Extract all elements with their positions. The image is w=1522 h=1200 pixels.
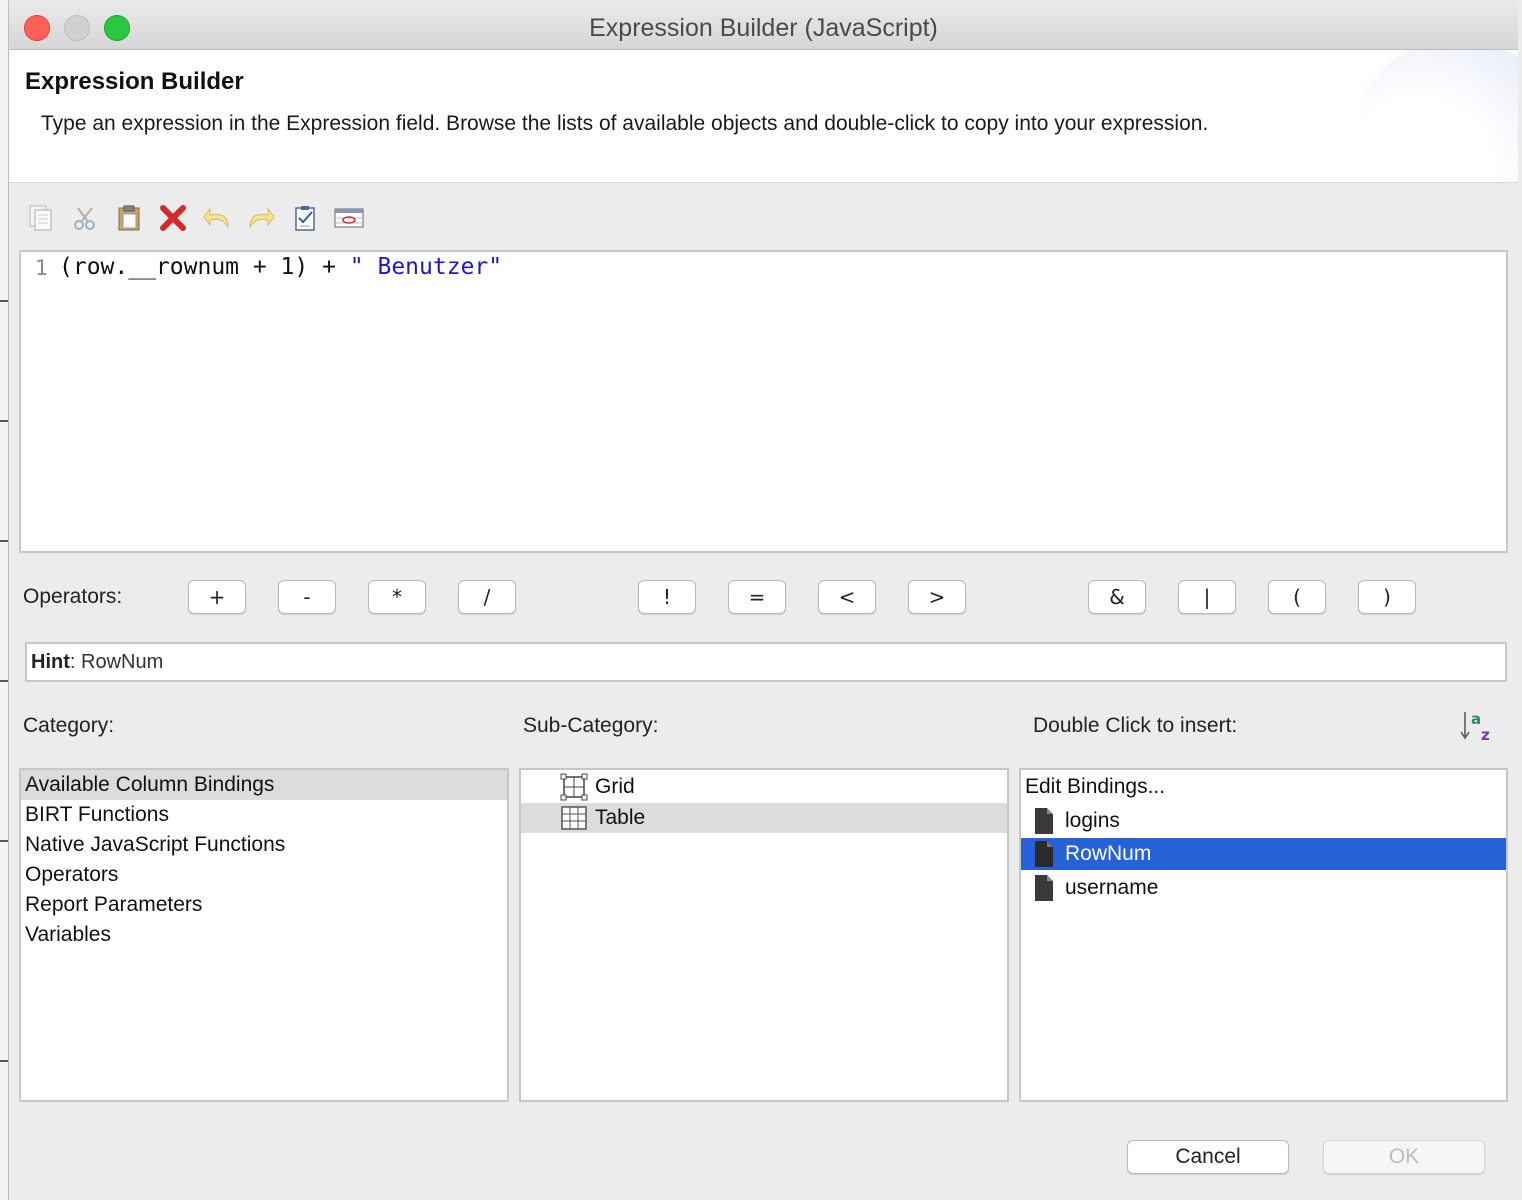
undo-icon	[203, 207, 229, 229]
file-icon	[1029, 874, 1059, 902]
validate-button[interactable]	[289, 202, 321, 234]
operator-close-paren-button[interactable]: )	[1358, 580, 1416, 614]
editor-toolbar	[25, 202, 365, 236]
paste-icon	[118, 205, 140, 231]
expression-builder-dialog: Expression Builder (JavaScript) Expressi…	[8, 0, 1519, 1200]
file-icon	[1029, 807, 1059, 835]
binding-item-rownum[interactable]: RowNum	[1021, 838, 1506, 870]
subcategory-label-grid: Grid	[595, 774, 635, 798]
binding-label-logins: logins	[1065, 809, 1120, 832]
hint-field: Hint: RowNum	[25, 642, 1507, 682]
subcategory-list[interactable]: Grid Table	[519, 768, 1009, 1102]
operator-open-paren-button[interactable]: (	[1268, 580, 1326, 614]
category-item[interactable]: Native JavaScript Functions	[21, 830, 507, 860]
operator-not-button[interactable]: !	[638, 580, 696, 614]
operator-greater-than-button[interactable]: >	[908, 580, 966, 614]
background-window-edge	[0, 0, 8, 1200]
code-expression-part: (row.__rownum + 1) +	[59, 254, 350, 280]
category-label: Category:	[23, 714, 115, 737]
binding-label-username: username	[1065, 876, 1159, 899]
subcategory-item-table[interactable]: Table	[521, 803, 1007, 833]
undo-button[interactable]	[201, 202, 233, 234]
operators-label: Operators:	[23, 585, 123, 608]
validate-icon	[295, 206, 315, 231]
category-item[interactable]: Variables	[21, 920, 507, 950]
subcategory-label-table: Table	[595, 806, 646, 829]
operator-equals-button[interactable]: =	[728, 580, 786, 614]
svg-text:z: z	[1481, 726, 1490, 744]
insert-label: Double Click to insert:	[1033, 714, 1238, 737]
category-item[interactable]: Report Parameters	[21, 890, 507, 920]
dialog-content: 1 (row.__rownum + 1) + " Benutzer" Opera…	[9, 184, 1519, 1200]
binding-item-username[interactable]: username	[1021, 870, 1506, 906]
expression-editor[interactable]: 1 (row.__rownum + 1) + " Benutzer"	[19, 250, 1508, 553]
file-icon	[1029, 840, 1059, 868]
table-icon	[559, 804, 589, 832]
sort-az-icon: a z	[1460, 710, 1490, 744]
operator-plus-button[interactable]: +	[188, 580, 246, 614]
paste-button[interactable]	[113, 202, 145, 234]
delete-icon	[160, 205, 186, 231]
title-bar: Expression Builder (JavaScript)	[9, 0, 1518, 50]
copy-button[interactable]	[25, 202, 57, 234]
binding-label-rownum: RowNum	[1065, 842, 1152, 865]
code-string-literal: " Benutzer"	[349, 254, 503, 280]
cancel-button[interactable]: Cancel	[1127, 1140, 1289, 1174]
svg-text:a: a	[1471, 710, 1481, 728]
calculate-button[interactable]	[333, 202, 365, 234]
ok-button[interactable]: OK	[1323, 1140, 1485, 1174]
hint-label: Hint	[31, 651, 70, 673]
expression-code[interactable]: (row.__rownum + 1) + " Benutzer"	[59, 254, 502, 280]
dialog-title: Expression Builder	[25, 68, 244, 95]
redo-icon	[249, 207, 275, 229]
edit-bindings-item[interactable]: Edit Bindings...	[1021, 770, 1506, 804]
delete-button[interactable]	[157, 202, 189, 234]
hint-value: : RowNum	[69, 651, 164, 673]
operator-less-than-button[interactable]: <	[818, 580, 876, 614]
grid-icon	[559, 773, 589, 801]
operators-bar: Operators: + - * / ! = < > & | ( )	[23, 580, 1513, 616]
cut-icon	[74, 207, 95, 230]
header-decoration	[1358, 50, 1518, 182]
category-item[interactable]: Operators	[21, 860, 507, 890]
operator-and-button[interactable]: &	[1088, 580, 1146, 614]
operator-multiply-button[interactable]: *	[368, 580, 426, 614]
copy-icon	[29, 205, 52, 231]
insert-list[interactable]: Edit Bindings... logins RowNum username	[1019, 768, 1508, 1102]
cut-button[interactable]	[69, 202, 101, 234]
category-list[interactable]: Available Column Bindings BIRT Functions…	[19, 768, 509, 1102]
sort-button[interactable]: a z	[1459, 708, 1495, 744]
redo-button[interactable]	[245, 202, 277, 234]
operator-minus-button[interactable]: -	[278, 580, 336, 614]
operator-divide-button[interactable]: /	[458, 580, 516, 614]
category-item[interactable]: BIRT Functions	[21, 800, 507, 830]
category-item[interactable]: Available Column Bindings	[21, 770, 507, 800]
line-number: 1	[35, 256, 48, 280]
dialog-header: Expression Builder Type an expression in…	[9, 50, 1518, 183]
window-title: Expression Builder (JavaScript)	[589, 14, 938, 42]
calculate-icon	[334, 208, 364, 228]
operator-or-button[interactable]: |	[1178, 580, 1236, 614]
subcategory-label: Sub-Category:	[523, 714, 659, 737]
subcategory-item-grid[interactable]: Grid	[521, 770, 1007, 803]
dialog-description: Type an expression in the Expression fie…	[41, 112, 1209, 135]
binding-item-logins[interactable]: logins	[1021, 804, 1506, 838]
